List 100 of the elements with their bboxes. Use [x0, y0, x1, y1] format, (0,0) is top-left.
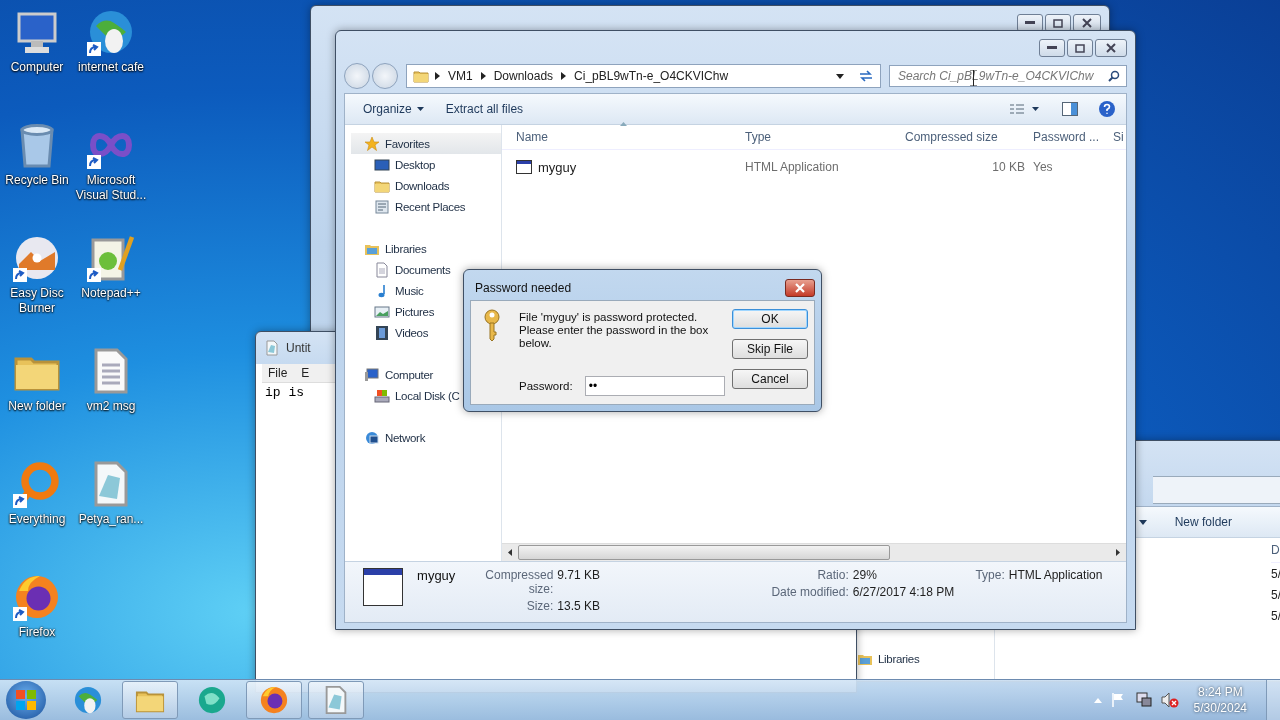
nav-group-header[interactable]: Network: [351, 427, 501, 448]
detail-value: 29%: [852, 568, 878, 582]
dialog-button[interactable]: Skip File: [732, 339, 808, 359]
maximize-icon: [1053, 18, 1063, 28]
file-name: myguy: [417, 568, 456, 583]
minimize-button[interactable]: [1039, 39, 1065, 57]
globe-icon: [73, 685, 103, 715]
menu-item[interactable]: E: [301, 366, 310, 380]
recent-places-icon: [374, 198, 390, 215]
minimize-icon: [1047, 46, 1057, 50]
close-button[interactable]: [1095, 39, 1127, 57]
document-text: ip is: [265, 385, 304, 400]
nav-item[interactable]: Recent Places: [351, 196, 501, 217]
chevron-icon: [561, 72, 567, 80]
window-title: Untit: [286, 341, 311, 355]
dialog-button[interactable]: Cancel: [732, 369, 808, 389]
file-thumbnail-icon: [363, 568, 404, 606]
toolbar-button[interactable]: Extract all files: [437, 99, 532, 119]
address-bar[interactable]: VM1 Downloads Ci_pBL9wTn-e_O4CKVIChw: [406, 64, 881, 88]
desktop-icon-label[interactable]: Notepad++: [75, 286, 147, 301]
breadcrumb-item[interactable]: Downloads: [491, 69, 556, 83]
star-icon: [364, 135, 380, 152]
left-arrow-icon[interactable]: [508, 549, 512, 556]
table-cell-text: 10 KB: [991, 160, 1026, 174]
menu-item[interactable]: File: [268, 366, 288, 380]
desktop-icon: [374, 156, 390, 173]
chevron-icon: [435, 72, 440, 80]
disc-icon: [13, 234, 61, 282]
network-icon: [364, 429, 380, 446]
detail-label: Type:: [974, 568, 1005, 582]
globe-icon: [87, 8, 135, 56]
dialog-message: File 'myguy' is password protected. Please enter the password in the box below.: [519, 310, 710, 350]
column-header[interactable]: Password ...: [1029, 130, 1109, 144]
desktop-icon-label[interactable]: Recycle Bin: [1, 173, 73, 188]
nav-group-header[interactable]: Favorites: [351, 133, 501, 154]
detail-value: HTML Application: [1008, 568, 1104, 582]
folder-icon: [413, 68, 429, 84]
column-header[interactable]: Name: [512, 130, 741, 144]
horizontal-scrollbar[interactable]: [502, 543, 1126, 561]
column-header[interactable]: D: [1271, 543, 1280, 557]
detail-label: Date modified:: [770, 585, 849, 599]
file-row[interactable]: myguy HTML Application 10 KB Yes: [512, 156, 1120, 178]
desktop-icon-label[interactable]: Computer: [1, 60, 73, 75]
column-header[interactable]: Si: [1109, 130, 1149, 144]
detail-value: 13.5 KB: [557, 599, 602, 613]
local-disk-icon: [374, 387, 390, 404]
muted-speaker-icon[interactable]: [1160, 692, 1179, 708]
detail-label: Compressed size:: [484, 568, 554, 596]
document-icon: [374, 261, 390, 278]
table-cell-text: Yes: [1032, 160, 1054, 174]
dialog-button[interactable]: OK: [732, 309, 808, 329]
computer-icon: [364, 366, 380, 383]
picture-icon: [374, 303, 390, 320]
fox-globe-icon: [259, 685, 289, 715]
view-options-icon[interactable]: [1010, 103, 1040, 115]
close-button[interactable]: [785, 279, 815, 297]
sort-arrow-icon: [620, 122, 627, 126]
help-icon[interactable]: [1098, 100, 1116, 118]
right-arrow-icon[interactable]: [1116, 549, 1120, 556]
start-button[interactable]: [6, 681, 46, 719]
toolbar-button[interactable]: Organize: [355, 99, 432, 119]
orb-app-icon: [197, 685, 227, 715]
caret-icon: [836, 73, 844, 79]
detail-value: 6/27/2017 4:18 PM: [852, 585, 955, 599]
chevron-icon: [480, 72, 486, 80]
window-file-icon: [516, 160, 532, 174]
windows-logo-icon: [15, 689, 37, 711]
detail-value: 9.71 KB: [557, 568, 602, 584]
minimize-icon: [1025, 21, 1035, 25]
maximize-icon: [1075, 43, 1085, 53]
nav-item[interactable]: Downloads: [351, 175, 501, 196]
key-icon: [483, 309, 501, 341]
nav-item[interactable]: Libraries: [878, 652, 920, 665]
refresh-icon[interactable]: [858, 69, 874, 83]
close-icon: [1106, 43, 1116, 53]
network-monitor-icon[interactable]: [1135, 692, 1152, 708]
nav-group-header[interactable]: Libraries: [351, 238, 501, 259]
notepad-file-icon: [264, 340, 280, 356]
file-name: myguy: [538, 159, 577, 175]
password-label: Password:: [519, 380, 573, 394]
column-header[interactable]: Type: [741, 130, 901, 144]
nav-item[interactable]: Desktop: [351, 154, 501, 175]
table-cell-text: HTML Application: [744, 160, 840, 174]
desktop-icon-label[interactable]: Microsoft Visual Stud...: [75, 173, 147, 203]
maximize-button[interactable]: [1067, 39, 1093, 57]
breadcrumb-item[interactable]: Ci_pBL9wTn-e_O4CKVIChw: [572, 69, 731, 83]
column-header[interactable]: Compressed size: [901, 130, 1029, 144]
password-field[interactable]: ••: [584, 376, 725, 396]
close-icon: [795, 283, 805, 293]
taskbar-button[interactable]: [246, 681, 302, 719]
scrollbar-thumb[interactable]: [518, 545, 890, 560]
desktop-icon-label[interactable]: Easy Disc Burner: [1, 286, 73, 316]
breadcrumb-item[interactable]: VM1: [446, 69, 475, 83]
detail-label: Ratio:: [816, 568, 849, 582]
dialog-title: Password needed: [475, 281, 572, 295]
preview-pane-icon[interactable]: [1062, 102, 1078, 116]
desktop-icon-label[interactable]: internet cafe: [75, 60, 147, 75]
search-icon: [1108, 70, 1120, 82]
new-folder-button[interactable]: New folder: [1166, 512, 1240, 532]
fox-globe-icon: [13, 573, 61, 621]
